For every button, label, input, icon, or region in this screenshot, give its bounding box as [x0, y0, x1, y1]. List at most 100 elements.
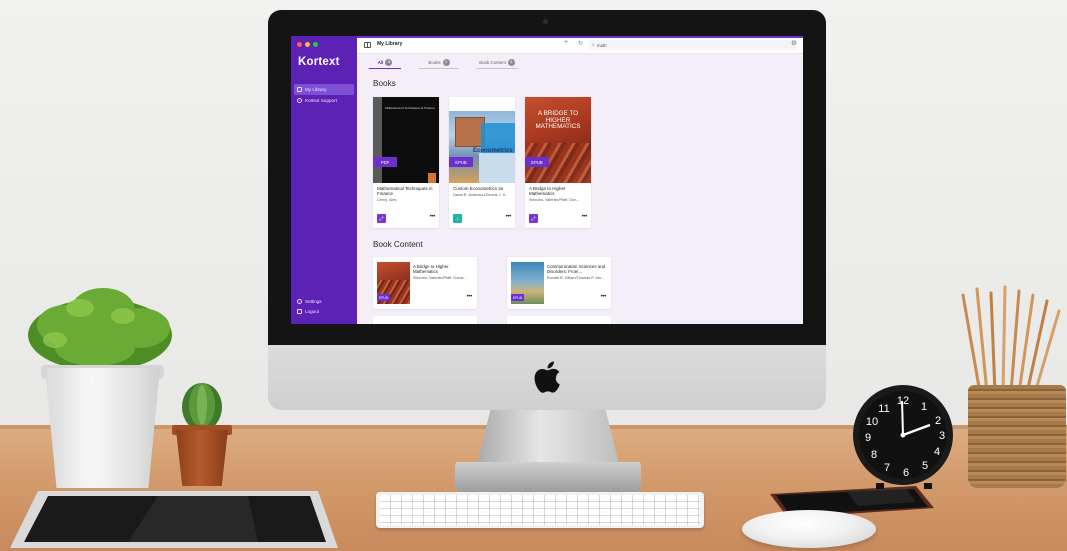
svg-text:9: 9	[865, 432, 871, 444]
content-title: A Bridge to Higher Mathematics	[413, 264, 449, 274]
keyboard-keys	[380, 495, 700, 525]
format-badge: EPUB	[377, 294, 390, 301]
more-options-button[interactable]: •••	[430, 214, 436, 220]
svg-text:6: 6	[903, 467, 909, 479]
content-card[interactable]: EPUB A Bridge to Higher Mathematics Stec…	[373, 257, 477, 309]
content-cover: EPUB	[377, 262, 410, 304]
svg-text:4: 4	[934, 446, 940, 458]
pencil-cup	[968, 385, 1066, 488]
book-icon	[297, 87, 302, 92]
imac-stand-neck	[476, 410, 620, 468]
app-window: Kortext My Library Kortext Support Setti…	[291, 36, 803, 324]
tab-count-badge: 4	[507, 58, 515, 66]
book-title: Mathematical Techniques in Finance	[377, 186, 433, 197]
content-card[interactable]: EPUB Communication Sciences and Disorder…	[507, 257, 611, 309]
book-cover: Mathematical Techniques in Finance	[373, 97, 439, 183]
cover-title: A BRIDGE TO HIGHER MATHEMATICS	[535, 110, 581, 130]
read-icon[interactable]: ⤢	[529, 214, 538, 223]
sidebar-item-label: Kortext Support	[305, 98, 337, 103]
svg-text:8: 8	[871, 449, 877, 461]
svg-text:11: 11	[878, 403, 889, 415]
sidebar-toggle-icon[interactable]	[364, 42, 371, 48]
logout-icon	[297, 309, 302, 314]
tab-label: Book Content	[479, 59, 506, 65]
sidebar-item-label: My Library	[305, 87, 327, 92]
cover-title: Mathematical Techniques in Finance	[385, 106, 435, 110]
book-card[interactable]: A BRIDGE TO HIGHER MATHEMATICS EPUB A Br…	[525, 97, 591, 228]
book-card[interactable]: Mathematical Techniques in Finance PDF M…	[373, 97, 439, 228]
tab-all[interactable]: All 4	[369, 56, 401, 69]
content-cover: EPUB	[511, 262, 544, 304]
plus-icon[interactable]: +	[564, 39, 568, 46]
search-icon: ⌕	[592, 42, 595, 48]
content-card-partial	[507, 316, 611, 324]
window-controls	[297, 42, 318, 47]
more-options-button[interactable]: •••	[582, 214, 588, 220]
sidebar-item-label: Logout	[305, 309, 320, 314]
book-cover: A BRIDGE TO HIGHER MATHEMATICS	[525, 97, 591, 183]
book-author: Stecuriu, Valentin/Pfaff, Don...	[529, 198, 580, 202]
sidebar-item-kortext-support[interactable]: Kortext Support	[294, 95, 354, 106]
book-title: Custom Econometrics 2e	[453, 186, 504, 191]
tab-count-badge: 3	[442, 58, 450, 66]
sidebar: Kortext My Library Kortext Support Setti…	[291, 36, 357, 324]
brand-logo: Kortext	[298, 56, 340, 68]
book-author: David R. Anderson/Dennis J. S...	[453, 193, 509, 197]
sidebar-item-my-library[interactable]: My Library	[294, 84, 354, 95]
svg-text:1: 1	[921, 401, 927, 413]
search-input[interactable]	[596, 42, 777, 48]
format-badge: PDF	[373, 157, 397, 167]
tab-count-badge: 4	[385, 58, 393, 66]
alarm-clock-icon: 1212 345 678 91011	[853, 385, 953, 489]
book-title: A Bridge to Higher Mathematics	[529, 186, 566, 197]
svg-text:2: 2	[935, 415, 941, 427]
tab-books[interactable]: Books 3	[419, 56, 459, 69]
white-pot	[45, 368, 160, 488]
content-author: Stecuriu, Valentin/Pfaff, Donal...	[413, 276, 467, 280]
close-window-button[interactable]	[297, 42, 302, 47]
more-options-button[interactable]: •••	[506, 214, 512, 220]
section-title-book-content: Book Content	[373, 240, 423, 249]
tablet-device	[10, 491, 338, 548]
book-card[interactable]: Econometrics EPUB Custom Econometrics 2e…	[449, 97, 515, 228]
content-author: Ronald B. Gillam/Thomas P. Ma...	[547, 276, 604, 280]
download-icon[interactable]: ↓	[453, 214, 462, 223]
format-badge: EPUB	[525, 157, 549, 167]
gear-icon	[297, 299, 302, 304]
potted-plant	[28, 288, 172, 371]
camera	[543, 19, 548, 24]
main-content: My Library + ↻ ⌕ ⚙ All 4 Books 3 Book Co…	[357, 36, 803, 324]
refresh-icon[interactable]: ↻	[578, 40, 583, 47]
svg-text:10: 10	[866, 416, 878, 428]
book-cover: Econometrics	[449, 97, 515, 183]
top-toolbar: My Library + ↻ ⌕ ⚙	[357, 36, 803, 54]
help-icon	[297, 98, 302, 103]
minimize-window-button[interactable]	[305, 42, 310, 47]
mouse	[742, 510, 876, 548]
format-badge: EPUB	[511, 294, 524, 301]
content-title: Communication Sciences and Disorders: Fr…	[547, 264, 606, 274]
svg-text:7: 7	[884, 462, 890, 474]
search-bar[interactable]: ⌕	[589, 40, 797, 50]
sidebar-item-label: Settings	[305, 299, 322, 304]
gear-icon[interactable]: ⚙	[791, 39, 797, 47]
apple-logo-icon	[534, 361, 560, 393]
svg-text:5: 5	[922, 460, 928, 472]
tab-label: All	[377, 59, 384, 65]
more-options-button[interactable]: •••	[601, 294, 607, 300]
page-title: My Library	[377, 41, 403, 47]
maximize-window-button[interactable]	[313, 42, 318, 47]
tab-book-content[interactable]: Book Content 4	[476, 56, 518, 69]
imac-stand-foot	[455, 462, 641, 492]
keyboard	[376, 492, 704, 528]
format-badge: EPUB	[449, 157, 473, 167]
more-options-button[interactable]: •••	[467, 294, 473, 300]
terracotta-pot	[176, 430, 228, 486]
cover-title: Econometrics	[473, 148, 513, 154]
read-icon[interactable]: ⤢	[377, 214, 386, 223]
filter-tabs: All 4 Books 3 Book Content 4	[357, 56, 803, 70]
section-title-books: Books	[373, 79, 396, 88]
sidebar-item-logout[interactable]: Logout	[294, 306, 354, 317]
content-card-partial	[373, 316, 477, 324]
tab-label: Books	[428, 59, 441, 65]
